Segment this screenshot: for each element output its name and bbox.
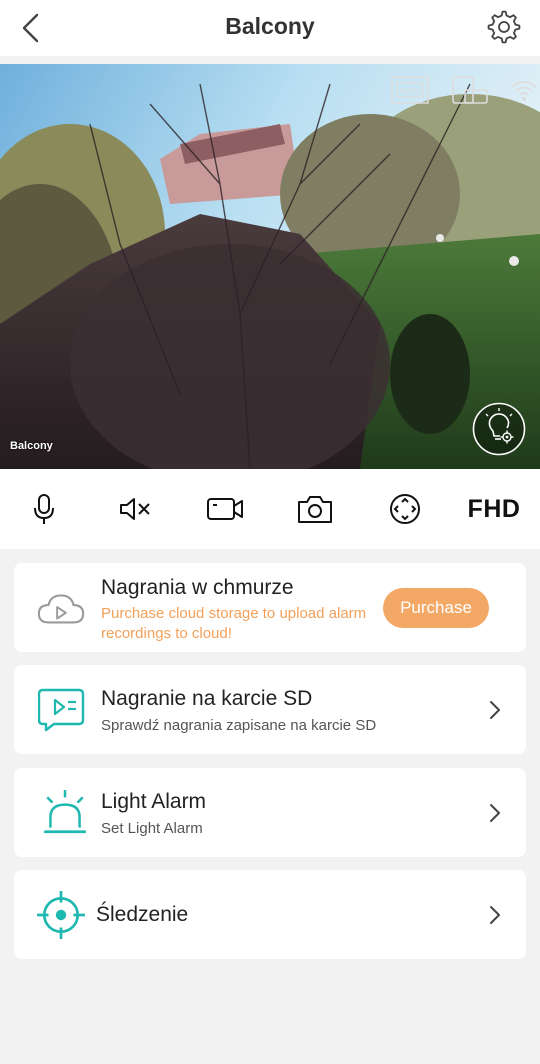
ptz-direction-icon <box>390 494 420 524</box>
cloud-play-icon <box>37 594 85 624</box>
camera-icon <box>298 496 332 523</box>
siren-icon <box>44 790 86 834</box>
snapshot-button[interactable] <box>293 491 337 527</box>
auto-mode-icon[interactable]: AUTO <box>391 76 429 104</box>
light-alarm-title: Light Alarm <box>101 790 207 813</box>
light-alarm-card[interactable]: Light Alarm Set Light Alarm <box>14 768 526 857</box>
speaker-mute-icon <box>120 498 150 520</box>
record-video-button[interactable] <box>203 491 247 527</box>
camera-name-overlay: Balcony <box>10 440 53 452</box>
tracking-card[interactable]: Śledzenie <box>14 870 526 959</box>
ptz-control-button[interactable] <box>383 491 427 527</box>
chevron-right-icon <box>490 804 500 822</box>
tracking-title: Śledzenie <box>96 903 189 926</box>
page-title: Balcony <box>225 13 315 39</box>
chevron-right-icon <box>490 701 500 719</box>
control-toolbar: FHD <box>0 469 540 549</box>
mute-button[interactable] <box>113 491 157 527</box>
gear-icon[interactable] <box>487 10 521 44</box>
video-quality-button[interactable]: FHD <box>466 491 522 527</box>
camera-live-view[interactable]: AUTO Balcony <box>0 64 540 469</box>
chevron-right-icon <box>490 906 500 924</box>
wifi-signal-icon <box>511 81 537 101</box>
light-alarm-subtitle: Set Light Alarm <box>101 820 203 837</box>
sd-card-title: Nagranie na karcie SD <box>101 687 313 710</box>
video-record-icon <box>207 498 243 520</box>
sd-card-recordings-card[interactable]: Nagranie na karcie SD Sprawdź nagrania z… <box>14 665 526 754</box>
sd-card-subtitle: Sprawdź nagrania zapisane na karcie SD <box>101 717 377 734</box>
lightbulb-settings-icon[interactable] <box>472 402 526 456</box>
cloud-recordings-title: Nagrania w chmurze <box>101 576 294 599</box>
cloud-promo-text: Purchase cloud storage to upload alarm r… <box>101 605 367 642</box>
cloud-recordings-card[interactable]: Nagrania w chmurze Purchase cloud storag… <box>14 563 526 652</box>
purchase-button[interactable]: Purchase <box>383 588 489 628</box>
camera-feed-image <box>0 64 540 469</box>
microphone-button[interactable] <box>22 491 66 527</box>
rotate-screen-icon[interactable] <box>450 74 490 106</box>
microphone-icon <box>34 494 54 524</box>
top-bar: Balcony <box>0 0 540 56</box>
auto-mode-label: AUTO <box>399 87 421 96</box>
sd-playback-icon <box>38 688 85 732</box>
crosshair-icon <box>37 891 85 939</box>
